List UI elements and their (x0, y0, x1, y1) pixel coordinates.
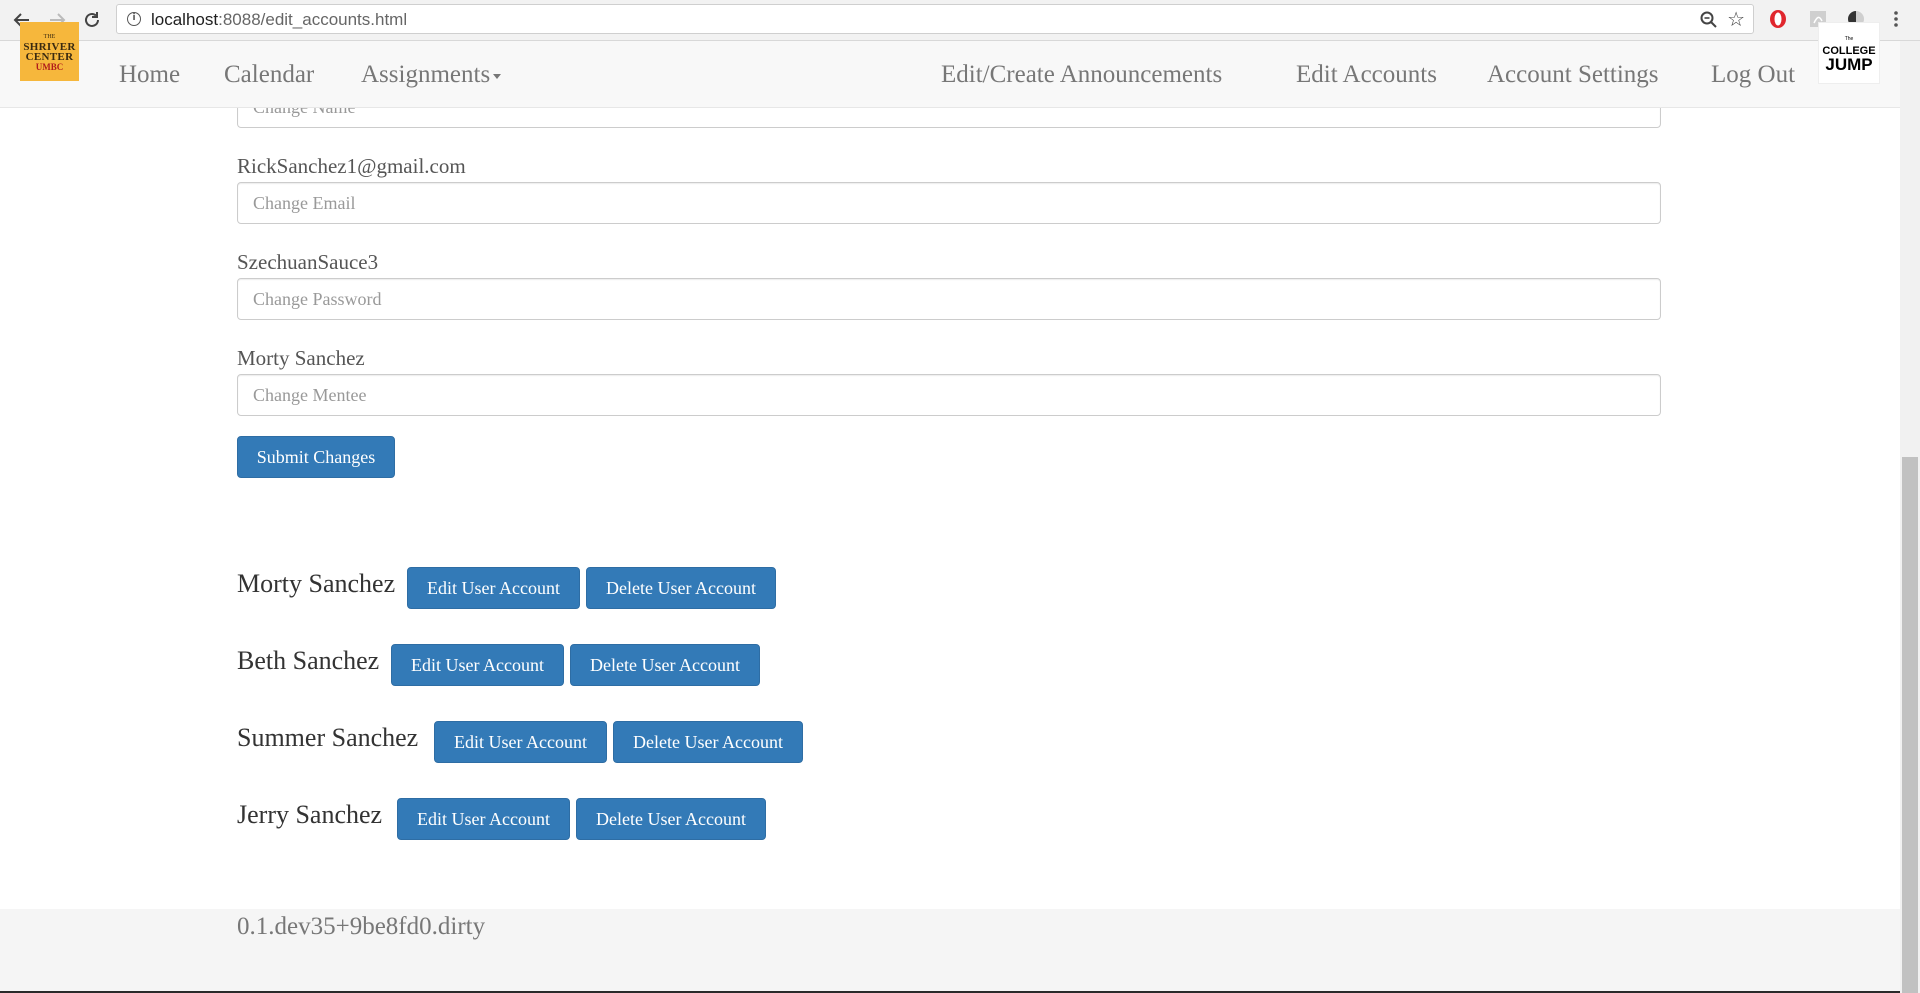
caret-down-icon (493, 73, 502, 79)
page-scrollbar[interactable] (1900, 41, 1920, 993)
logo-left-line1: THE (43, 33, 56, 40)
opera-extension-icon[interactable] (1768, 9, 1788, 29)
change-password-field[interactable] (237, 278, 1661, 320)
url-path: :8088/edit_accounts.html (218, 10, 408, 29)
url-host: localhost (151, 10, 219, 29)
nav-assignments-label: Assignments (361, 61, 491, 88)
version-text: 0.1.dev35+9be8fd0.dirty (237, 913, 486, 940)
change-mentee-input[interactable] (238, 375, 1660, 415)
college-jump-logo[interactable]: The COLLEGE JUMP (1818, 22, 1880, 84)
browser-toolbar: i localhost:8088/edit_accounts.html ☆ (0, 0, 1920, 41)
url-text[interactable]: localhost:8088/edit_accounts.html (151, 10, 407, 30)
change-mentee-field[interactable] (237, 374, 1661, 416)
user-name-summer: Summer Sanchez (237, 723, 419, 752)
edit-user-morty-button[interactable]: Edit User Account (407, 567, 580, 609)
nav-assignments-dropdown[interactable]: Assignments (361, 61, 502, 89)
nav-log-out-link[interactable]: Log Out (1711, 61, 1795, 89)
site-info-icon[interactable]: i (127, 12, 141, 26)
edit-user-summer-button[interactable]: Edit User Account (434, 721, 607, 763)
site-navbar: Home Calendar Assignments Edit/Create An… (0, 41, 1900, 108)
change-email-field[interactable] (237, 182, 1661, 224)
edit-user-jerry-button[interactable]: Edit User Account (397, 798, 570, 840)
scrollbar-thumb[interactable] (1902, 457, 1918, 993)
current-mentee-label: Morty Sanchez (237, 346, 365, 370)
logo-right-line1: The (1844, 36, 1854, 42)
zoom-icon[interactable] (1699, 10, 1719, 35)
current-password-label: SzechuanSauce3 (237, 250, 379, 274)
change-email-input[interactable] (238, 183, 1660, 223)
logo-left-line4: UMBC (35, 61, 64, 72)
address-bar[interactable]: i localhost:8088/edit_accounts.html ☆ (116, 4, 1754, 34)
nav-calendar-link[interactable]: Calendar (224, 61, 314, 89)
user-name-jerry: Jerry Sanchez (237, 800, 383, 829)
delete-user-jerry-button[interactable]: Delete User Account (576, 798, 766, 840)
reload-icon[interactable] (80, 8, 104, 32)
nav-account-settings-link[interactable]: Account Settings (1487, 61, 1659, 89)
nav-home-link[interactable]: Home (119, 61, 180, 89)
edit-user-beth-button[interactable]: Edit User Account (391, 644, 564, 686)
logo-left-line2: SHRIVER (23, 40, 76, 53)
shriver-center-logo[interactable]: THE SHRIVER CENTER UMBC (20, 22, 79, 81)
user-name-beth: Beth Sanchez (237, 646, 380, 675)
logo-left-line3: CENTER (25, 50, 74, 63)
bookmark-star-icon[interactable]: ☆ (1727, 8, 1745, 30)
user-name-morty: Morty Sanchez (237, 569, 396, 598)
current-email-label: RickSanchez1@gmail.com (237, 154, 466, 178)
nav-announcements-link[interactable]: Edit/Create Announcements (941, 61, 1222, 89)
delete-user-summer-button[interactable]: Delete User Account (613, 721, 803, 763)
browser-menu-icon[interactable] (1886, 9, 1906, 29)
logo-right-line3: JUMP (1825, 55, 1873, 74)
page-footer: 0.1.dev35+9be8fd0.dirty (0, 909, 1900, 991)
submit-changes-button[interactable]: Submit Changes (237, 436, 395, 478)
delete-user-morty-button[interactable]: Delete User Account (586, 567, 776, 609)
nav-edit-accounts-link[interactable]: Edit Accounts (1296, 61, 1437, 89)
change-password-input[interactable] (238, 279, 1660, 319)
delete-user-beth-button[interactable]: Delete User Account (570, 644, 760, 686)
